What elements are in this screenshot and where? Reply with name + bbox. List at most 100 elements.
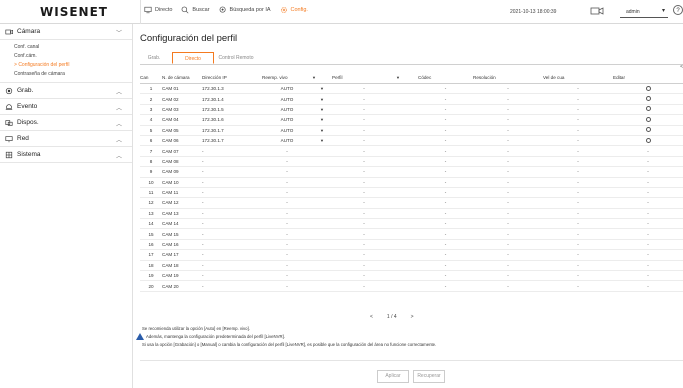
- edit-gear-icon[interactable]: [645, 127, 651, 133]
- cell-edit: -: [613, 249, 683, 261]
- cell-resolution: -: [473, 177, 543, 188]
- nav-ai-search[interactable]: Búsqueda por IA: [219, 6, 271, 14]
- edit-gear-icon[interactable]: [645, 85, 651, 91]
- sidebar-section-record[interactable]: Grab. ︿: [0, 83, 132, 99]
- cell-live-replace: AUTO: [262, 93, 312, 105]
- cell-edit[interactable]: [613, 83, 683, 95]
- prev-page-button[interactable]: <: [370, 314, 373, 320]
- cell-channel: 3: [140, 104, 162, 116]
- tab-live[interactable]: Directo: [172, 52, 214, 64]
- tab-record[interactable]: Grab.: [140, 52, 168, 64]
- table-row: 4 CAM 04 172.30.1.6 AUTO ▼ - - - -: [140, 114, 683, 126]
- cell-codec: -: [418, 260, 473, 272]
- col-codec: Códec: [418, 71, 473, 84]
- cell-ip: 172.30.1.7: [202, 125, 262, 136]
- cell-codec: -: [418, 156, 473, 168]
- sidebar-item-channel-config[interactable]: Conf. canal: [14, 43, 132, 52]
- camera-status-icon[interactable]: [590, 6, 604, 16]
- cell-profile: -: [332, 114, 396, 126]
- nav-config-label: Config.: [290, 7, 308, 13]
- live-replace-dropdown[interactable]: ▼: [312, 83, 332, 95]
- cell-codec: -: [418, 218, 473, 230]
- edit-gear-icon[interactable]: [645, 96, 651, 102]
- cell-channel: 12: [140, 197, 162, 209]
- restore-button[interactable]: Recuperar: [413, 370, 445, 383]
- cell-profile-spacer: [396, 239, 418, 251]
- live-replace-dropdown: [312, 145, 332, 157]
- cell-camera-name: CAM 14: [162, 218, 202, 230]
- live-replace-dropdown[interactable]: ▼: [312, 135, 332, 147]
- help-icon[interactable]: ?: [673, 5, 683, 15]
- cell-profile: -: [332, 197, 396, 209]
- cell-codec: -: [418, 166, 473, 178]
- cell-profile-spacer: [396, 280, 418, 292]
- cell-ip: -: [202, 166, 262, 178]
- cell-resolution: -: [473, 280, 543, 292]
- nav-search[interactable]: Buscar: [181, 6, 210, 14]
- cell-profile-spacer: [396, 177, 418, 188]
- cell-edit[interactable]: [613, 104, 683, 116]
- user-dropdown[interactable]: admin ▾: [620, 7, 668, 18]
- cell-live-replace: -: [262, 249, 312, 261]
- cell-live-replace: -: [262, 218, 312, 230]
- cell-edit: -: [613, 218, 683, 230]
- sidebar-section-camera[interactable]: Cámara ﹀: [0, 24, 132, 40]
- cell-live-replace: AUTO: [262, 83, 312, 95]
- camera-icon: [5, 29, 13, 34]
- apply-button[interactable]: Aplicar: [377, 370, 409, 383]
- table-row: 3 CAM 03 172.30.1.5 AUTO ▼ - - - -: [140, 104, 683, 116]
- note-text: Además, mantenga la configuración predet…: [146, 334, 286, 339]
- cell-edit: -: [613, 208, 683, 220]
- cell-live-replace: -: [262, 145, 312, 157]
- top-bar: WISENET Directo Buscar Búsqueda por IA C…: [0, 0, 683, 24]
- table-row: 7 CAM 07- - - - - - -: [140, 145, 683, 157]
- cell-ip: 172.30.1.4: [202, 93, 262, 105]
- cell-channel: 13: [140, 208, 162, 220]
- cell-edit[interactable]: [613, 125, 683, 136]
- cell-profile-spacer: [396, 218, 418, 230]
- sidebar-section-network[interactable]: Red ︿: [0, 131, 132, 147]
- cell-profile-spacer: [396, 166, 418, 178]
- live-replace-dropdown[interactable]: ▼: [312, 93, 332, 105]
- edit-gear-icon[interactable]: [645, 106, 651, 112]
- cell-frame-rate: -: [543, 145, 613, 157]
- cell-resolution: -: [473, 166, 543, 178]
- datetime: 2021-10-13 18:00:39: [510, 9, 557, 15]
- cell-frame-rate: -: [543, 125, 613, 136]
- dropdown-arrow-icon: ▼: [320, 106, 324, 112]
- cell-profile-spacer: [396, 83, 418, 95]
- sidebar-item-camera-password[interactable]: Contraseña de cámara: [14, 70, 132, 79]
- cell-ip: -: [202, 208, 262, 220]
- sidebar-section-event[interactable]: Evento ︿: [0, 99, 132, 115]
- cell-edit[interactable]: [613, 114, 683, 126]
- cell-channel: 2: [140, 93, 162, 105]
- live-replace-dropdown: [312, 249, 332, 261]
- live-replace-dropdown[interactable]: ▼: [312, 114, 332, 126]
- sidebar-item-camera-config[interactable]: Conf.cám.: [14, 52, 132, 61]
- table-row: 6 CAM 06 172.30.1.7 AUTO ▼ - - - -: [140, 135, 683, 147]
- tab-bar: Grab. Directo Control Remoto: [140, 52, 683, 65]
- sidebar-section-device[interactable]: Dispos. ︿: [0, 115, 132, 131]
- tab-remote[interactable]: Control Remoto: [214, 52, 258, 64]
- col-profile-dropdown[interactable]: ▼: [396, 71, 418, 84]
- sidebar-item-profile-config[interactable]: > Configuración del perfil: [14, 61, 132, 70]
- sidebar-item-label: Configuración del perfil: [18, 62, 70, 68]
- nav-config[interactable]: Config.: [280, 6, 308, 14]
- cell-resolution: -: [473, 197, 543, 209]
- next-page-button[interactable]: >: [411, 314, 414, 320]
- cell-edit[interactable]: [613, 135, 683, 147]
- live-replace-dropdown: [312, 218, 332, 230]
- table-row: 11 CAM 11- - - - - - -: [140, 187, 683, 199]
- edit-gear-icon[interactable]: [645, 116, 651, 122]
- nav-live[interactable]: Directo: [144, 6, 172, 14]
- live-replace-dropdown[interactable]: ▼: [312, 104, 332, 116]
- cell-profile: -: [332, 239, 396, 251]
- cell-profile: -: [332, 83, 396, 95]
- sidebar-section-system[interactable]: Sistema ︿: [0, 147, 132, 163]
- cell-edit[interactable]: [613, 93, 683, 105]
- cell-edit: -: [613, 177, 683, 188]
- live-replace-dropdown[interactable]: ▼: [312, 125, 332, 136]
- cell-camera-name: CAM 10: [162, 177, 202, 188]
- edit-gear-icon[interactable]: [645, 137, 651, 143]
- col-live-replace-dropdown[interactable]: ▼: [312, 71, 332, 84]
